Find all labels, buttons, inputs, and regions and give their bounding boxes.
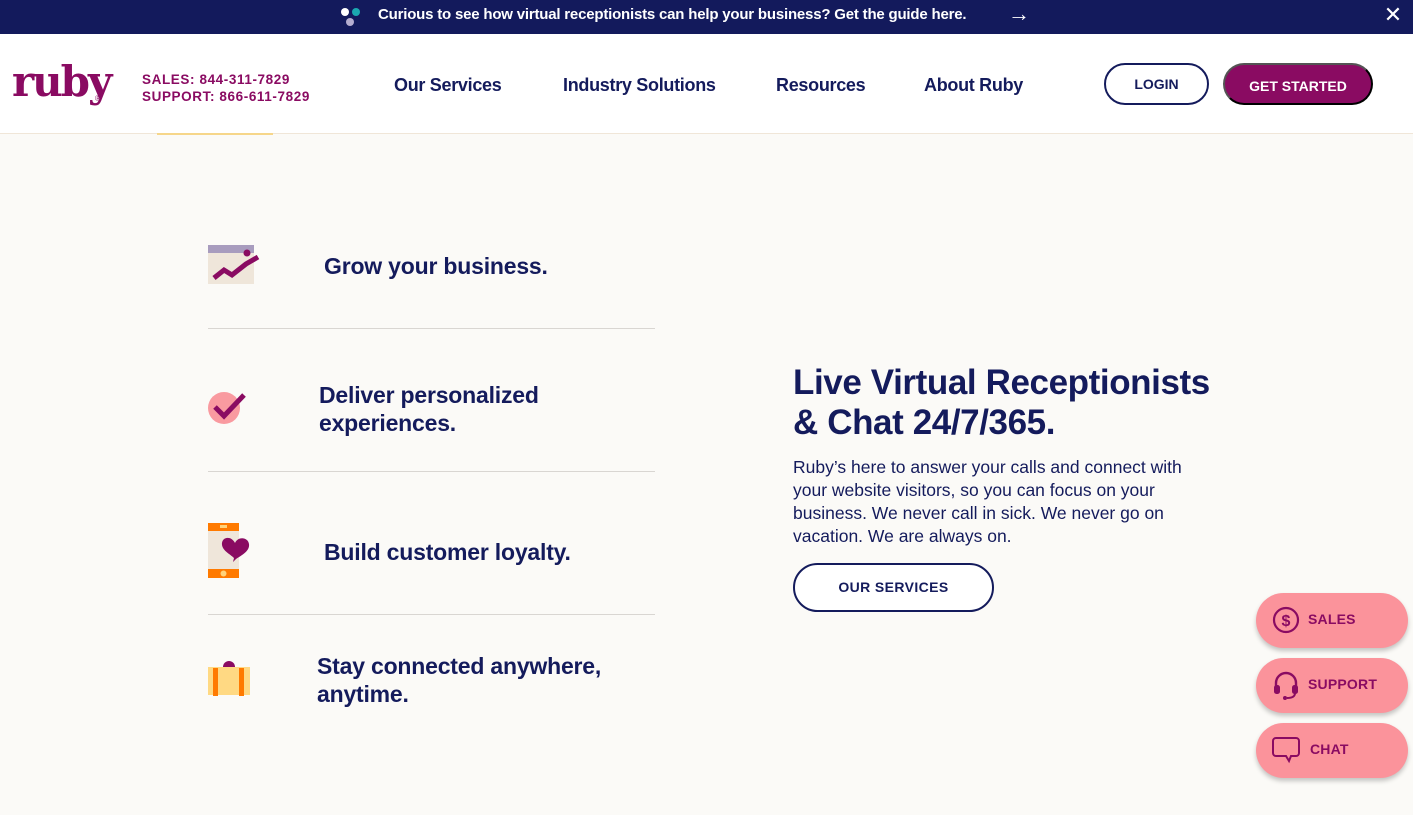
support-label: SUPPORT <box>1308 676 1378 692</box>
promo-banner[interactable]: Curious to see how virtual receptionists… <box>0 0 1413 34</box>
phone-numbers: SALES: 844-311-7829 SUPPORT: 866-611-782… <box>142 71 310 105</box>
chat-label: CHAT <box>1310 741 1349 757</box>
sales-phone-link[interactable]: SALES: 844-311-7829 <box>142 71 310 88</box>
arrow-right-icon[interactable]: → <box>1008 3 1030 25</box>
divider <box>208 614 655 615</box>
phone-heart-icon <box>208 523 250 583</box>
site-header: ruby ® SALES: 844-311-7829 SUPPORT: 866-… <box>0 34 1413 134</box>
our-services-button[interactable]: OUR SERVICES <box>793 563 994 612</box>
headset-icon <box>1274 671 1298 700</box>
banner-link[interactable]: Curious to see how virtual receptionists… <box>378 6 967 23</box>
feature-title: Build customer loyalty. <box>324 539 571 565</box>
get-started-button[interactable]: GET STARTED <box>1223 63 1373 105</box>
support-contact-button[interactable]: SUPPORT <box>1256 658 1408 713</box>
growth-chart-icon <box>208 245 262 289</box>
nav-industry-solutions[interactable]: Industry Solutions <box>563 75 716 96</box>
active-underline <box>157 133 273 135</box>
svg-text:$: $ <box>1282 613 1291 630</box>
chat-contact-button[interactable]: CHAT <box>1256 723 1408 778</box>
dollar-icon: $ <box>1272 606 1300 634</box>
nav-resources[interactable]: Resources <box>776 75 866 96</box>
divider <box>208 471 655 472</box>
checkmark-icon <box>207 389 247 430</box>
sales-contact-button[interactable]: $ SALES <box>1256 593 1408 648</box>
login-button[interactable]: LOGIN <box>1104 63 1209 105</box>
nav-our-services[interactable]: Our Services <box>394 75 502 96</box>
nav-about-ruby[interactable]: About Ruby <box>924 75 1023 96</box>
close-icon[interactable]: ✕ <box>1382 4 1404 26</box>
feature-title: Grow your business. <box>324 253 548 279</box>
chat-bubble-icon <box>1272 737 1300 764</box>
divider <box>208 328 655 329</box>
support-phone-link[interactable]: SUPPORT: 866-611-7829 <box>142 88 310 105</box>
registered-mark: ® <box>95 94 101 103</box>
feature-title: Deliver personalized experiences. <box>319 382 539 436</box>
feature-title: Stay connected anywhere, anytime. <box>317 653 602 707</box>
hero-title: Live Virtual Receptionists & Chat 24/7/3… <box>793 363 1210 442</box>
briefcase-icon <box>208 659 250 702</box>
hero-body: Ruby’s here to answer your calls and con… <box>793 457 1182 546</box>
dots-logo-icon <box>339 6 363 28</box>
sales-label: SALES <box>1308 611 1356 627</box>
